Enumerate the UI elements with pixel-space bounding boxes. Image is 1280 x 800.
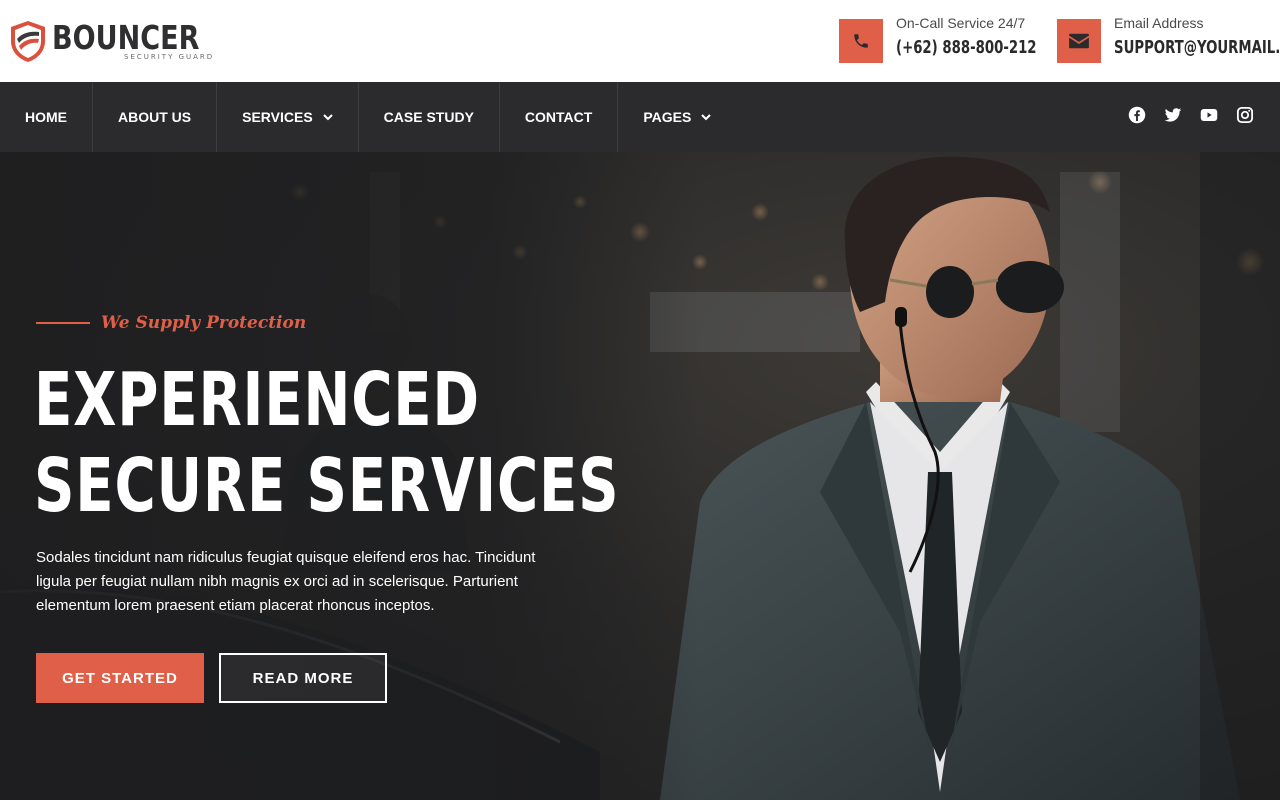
nav-item-contact[interactable]: CONTACT [500, 82, 619, 152]
contact-email[interactable]: Email Address SUPPORT@YOURMAIL.TLD [1057, 15, 1280, 63]
nav-item-about-us[interactable]: ABOUT US [93, 82, 218, 152]
nav-item-label: HOME [25, 109, 67, 125]
hero-eyebrow: We Supply Protection [36, 313, 306, 333]
envelope-icon [1057, 19, 1101, 63]
email-label: Email Address [1114, 15, 1204, 31]
top-header: BOUNCER SECURITY GUARD On-Call Service 2… [0, 0, 1280, 82]
hero-title: EXPERIENCED SECURE SERVICES [34, 357, 620, 529]
shield-logo-icon [11, 21, 45, 62]
brand-name: BOUNCER [52, 17, 200, 57]
get-started-button[interactable]: GET STARTED [36, 653, 204, 703]
email-address[interactable]: SUPPORT@YOURMAIL.TLD [1114, 36, 1280, 60]
main-navigation: HOME ABOUT US SERVICES CASE STUDY CONTAC… [0, 82, 1280, 152]
nav-item-services[interactable]: SERVICES [217, 82, 359, 152]
nav-item-label: PAGES [643, 109, 692, 125]
hero-description: Sodales tincidunt nam ridiculus feugiat … [36, 549, 536, 614]
nav-item-label: CASE STUDY [383, 109, 474, 125]
nav-item-home[interactable]: HOME [0, 82, 93, 152]
nav-item-pages[interactable]: PAGES [618, 82, 736, 152]
eyebrow-text: We Supply Protection [101, 313, 307, 333]
twitter-icon[interactable] [1164, 106, 1182, 124]
hero-section: We Supply Protection EXPERIENCED SECURE … [0, 152, 1280, 800]
nav-menu: HOME ABOUT US SERVICES CASE STUDY CONTAC… [0, 82, 1280, 152]
nav-item-case-study[interactable]: CASE STUDY [359, 82, 500, 152]
phone-icon [839, 19, 883, 63]
brand-logo[interactable]: BOUNCER SECURITY GUARD [8, 18, 232, 64]
nav-item-label: SERVICES [242, 109, 313, 125]
eyebrow-line [36, 322, 90, 324]
phone-label: On-Call Service 24/7 [896, 15, 1026, 31]
hero-title-line-1: EXPERIENCED [34, 357, 480, 443]
hero-title-line-2: SECURE SERVICES [34, 443, 620, 529]
contact-phone[interactable]: On-Call Service 24/7 (+62) 888-800-212 [839, 15, 1067, 63]
youtube-icon[interactable] [1200, 106, 1218, 124]
read-more-button[interactable]: READ MORE [219, 653, 387, 703]
social-links [1128, 106, 1254, 124]
chevron-down-icon [322, 114, 333, 121]
instagram-icon[interactable] [1236, 106, 1254, 124]
nav-item-label: CONTACT [524, 109, 593, 125]
nav-item-label: ABOUT US [118, 109, 192, 125]
facebook-icon[interactable] [1128, 106, 1146, 124]
phone-number[interactable]: (+62) 888-800-212 [896, 36, 1037, 60]
chevron-down-icon [701, 114, 712, 121]
